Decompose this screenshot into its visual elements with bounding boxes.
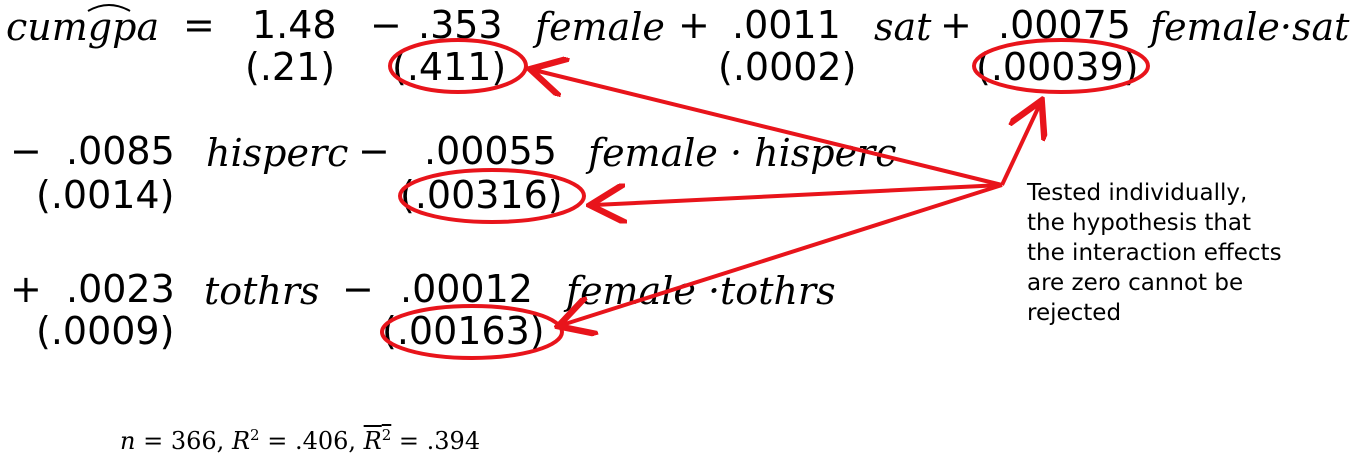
r-squared-exponent: 2 [250,426,260,444]
n-label: n [120,427,136,455]
adjusted-r-squared-label: R [363,427,382,455]
r-squared-label: R [231,427,251,455]
highlight-overlay [380,38,1150,360]
regression-stats: n = 366, R2 = .406, R2 = .394 [120,426,480,455]
highlight-circle-female-sat-se [972,38,1150,94]
arrow-to-female-sat-se [1000,104,1040,186]
highlight-circle-female-tothrs-se [380,304,564,360]
arrow-to-female-tothrs-se [562,183,1003,325]
n-value: = 366, [143,427,225,455]
r-squared-value: = .406, [267,427,357,455]
arrow-to-female-hisperc-se [594,183,1003,205]
adjusted-r-squared-exponent: 2 [381,426,392,444]
highlight-circle-female-se [388,38,528,94]
adjusted-r-squared-symbol: R2 [363,426,392,455]
adjusted-r-squared-value: = .394 [398,427,481,455]
highlight-circle-female-hisperc-se [398,168,586,224]
arrow-to-female-se [534,70,1003,187]
